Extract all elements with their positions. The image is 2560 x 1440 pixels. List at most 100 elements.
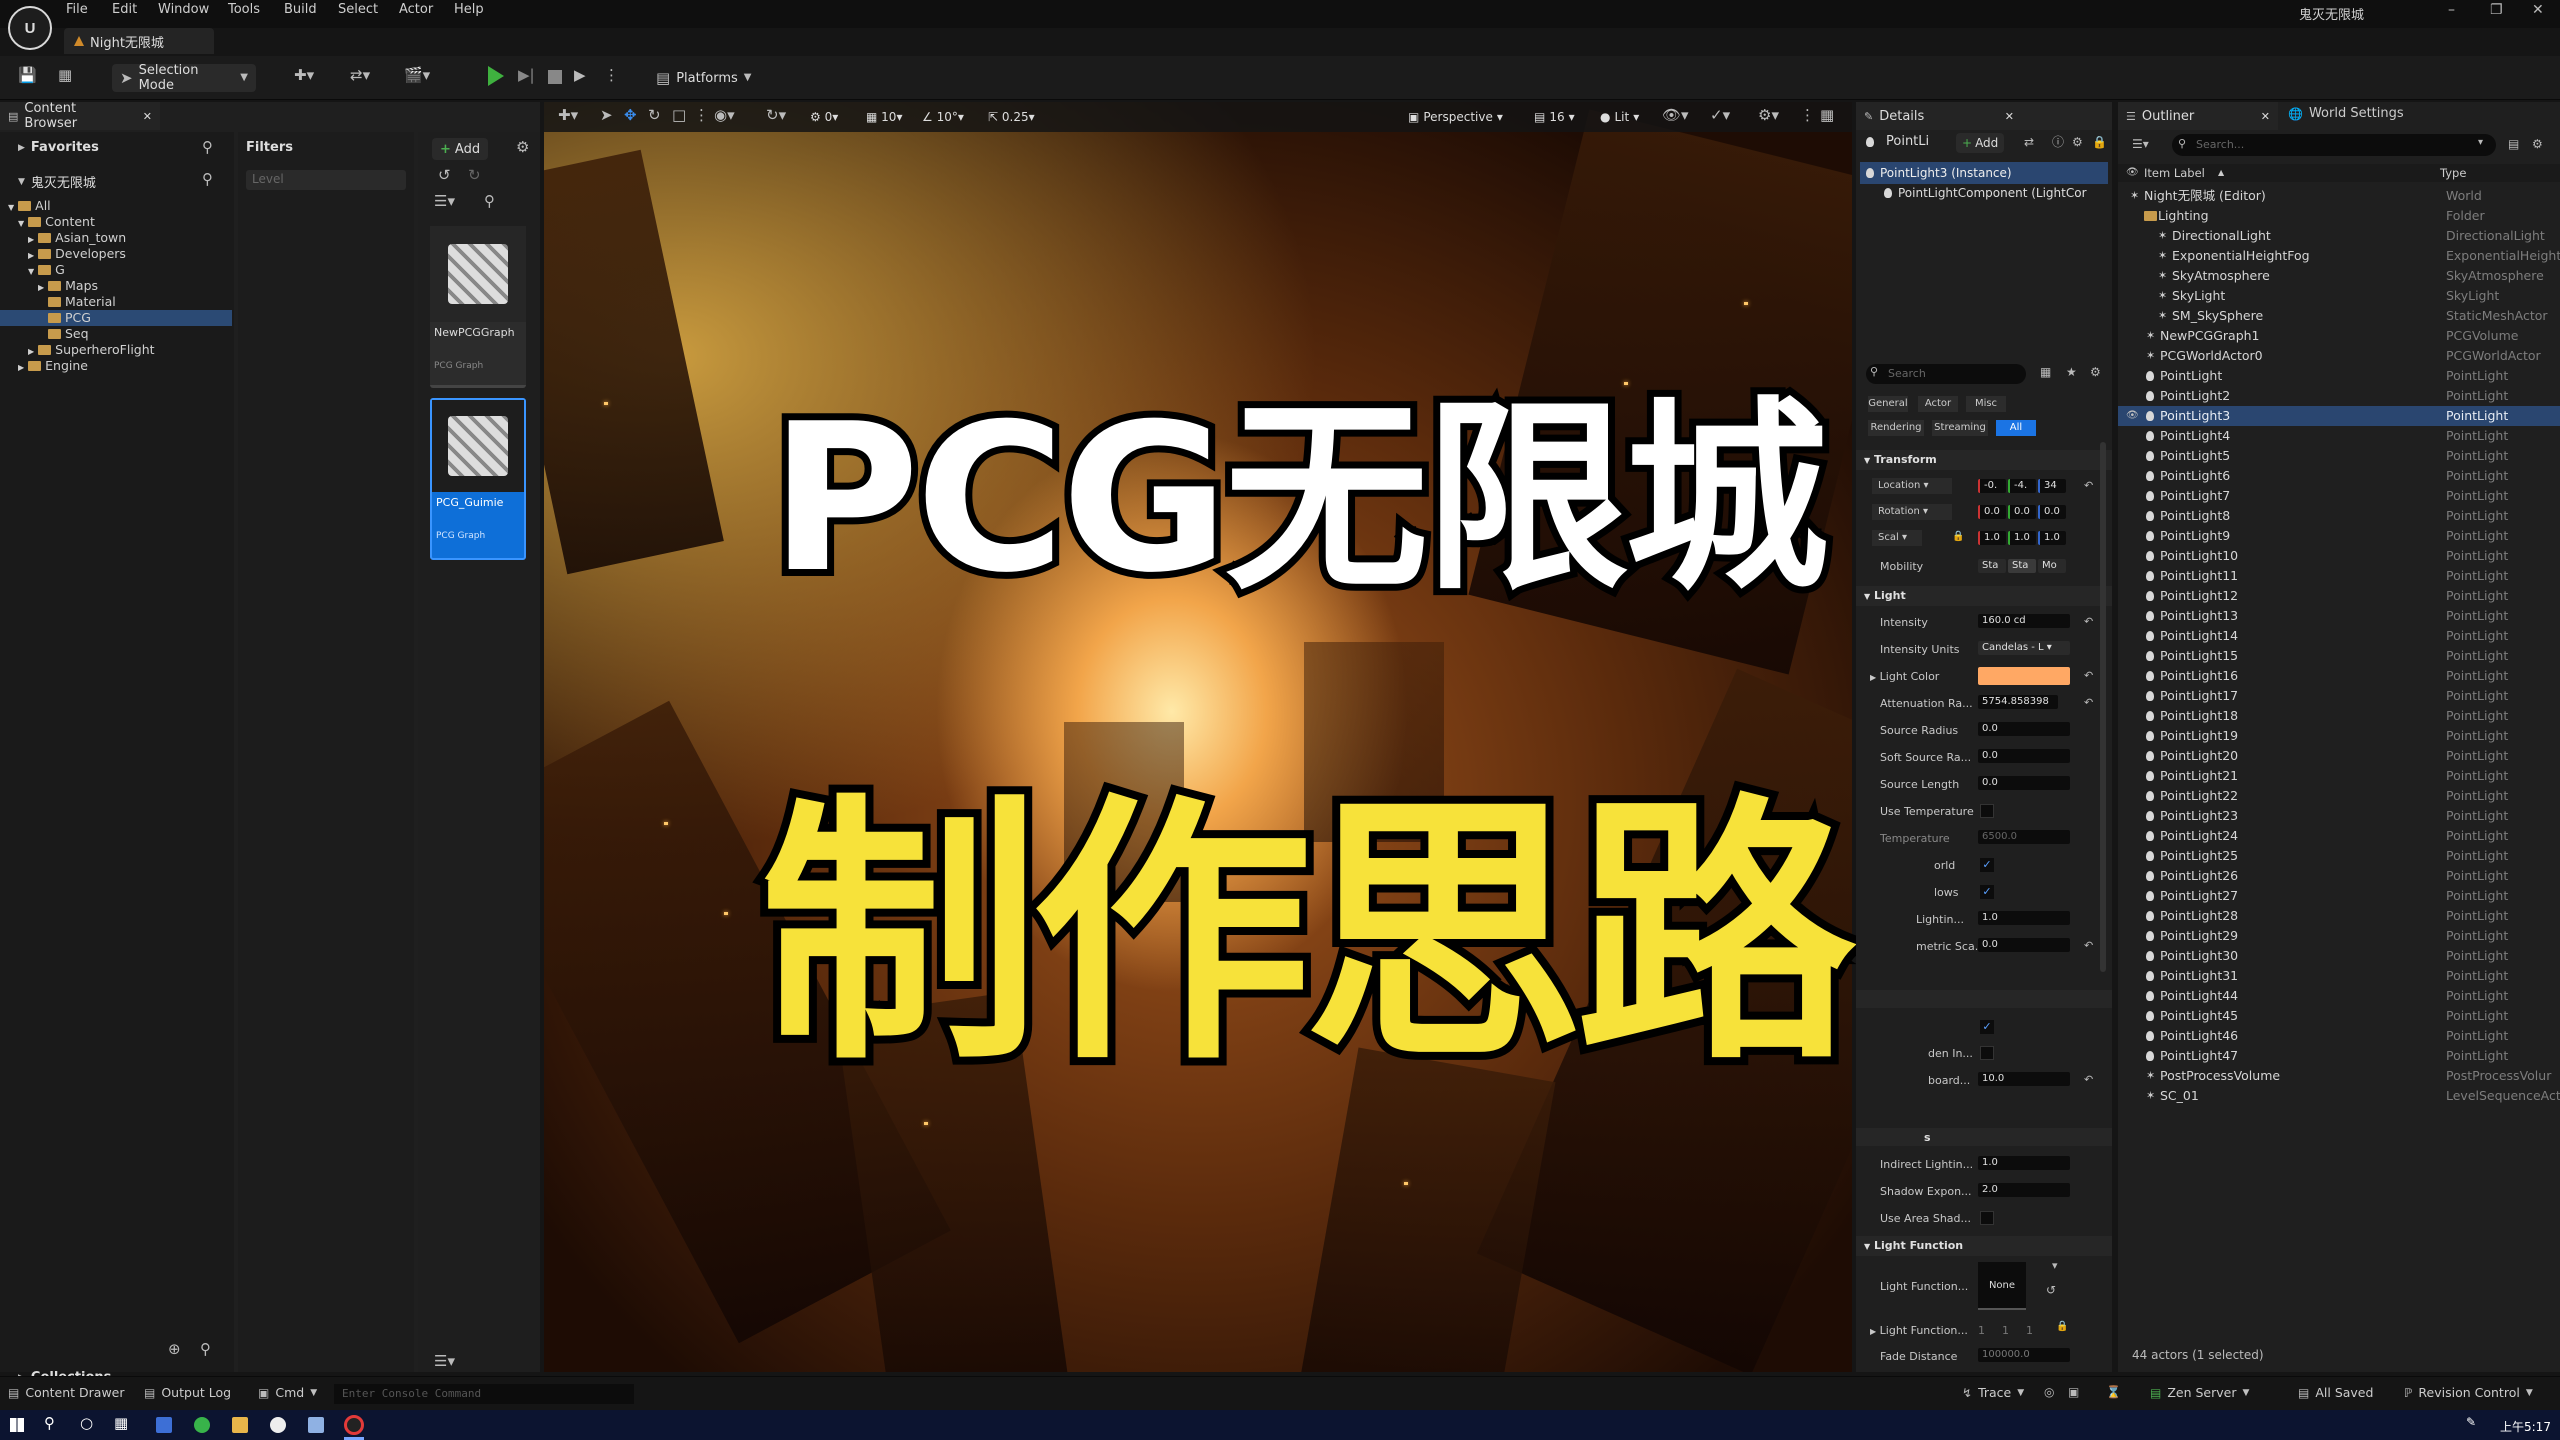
- menu-file[interactable]: File: [66, 2, 88, 17]
- indirect-lighting-field[interactable]: 1.0: [1978, 1156, 2070, 1170]
- outliner-row[interactable]: PointLight6 PointLight: [2118, 466, 2560, 486]
- mobility-stationary[interactable]: Sta: [2008, 559, 2036, 573]
- instance-row[interactable]: PointLight3 (Instance): [1860, 162, 2108, 184]
- close-tab-icon[interactable]: ✕: [2005, 110, 2014, 123]
- rotation-x-field[interactable]: 0.0: [1978, 505, 2006, 519]
- grid-snap-chip[interactable]: ▦ 10 ▾: [862, 106, 906, 128]
- outliner-row[interactable]: PointLight29 PointLight: [2118, 926, 2560, 946]
- play-icon[interactable]: [488, 66, 504, 86]
- light-function-thumbnail[interactable]: None: [1978, 1262, 2026, 1310]
- tree-item-maps[interactable]: ▶ Maps: [8, 278, 232, 294]
- outliner-row[interactable]: PointLight21 PointLight: [2118, 766, 2560, 786]
- partial-field[interactable]: 1.0: [1978, 911, 2070, 925]
- reset-icon[interactable]: ↶: [2084, 940, 2093, 951]
- platforms-button[interactable]: ▤ Platforms ▼: [648, 64, 760, 92]
- search-icon[interactable]: ⚲: [484, 194, 495, 209]
- play-options-icon[interactable]: ⋮: [604, 68, 619, 83]
- blueprint-icon[interactable]: ⇄: [2024, 136, 2034, 148]
- settings-icon[interactable]: ⚙: [2072, 136, 2083, 148]
- restore-icon[interactable]: ❐: [2490, 2, 2503, 18]
- outliner-row[interactable]: PointLight19 PointLight: [2118, 726, 2560, 746]
- details-tab[interactable]: ✎ Details ✕: [1856, 102, 2112, 130]
- tree-item-seq[interactable]: Seq: [8, 326, 232, 342]
- output-log-button[interactable]: ▤ Output Log: [144, 1385, 231, 1400]
- use-temperature-checkbox[interactable]: [1980, 804, 1994, 818]
- chevron-down-icon[interactable]: ▾: [2052, 1260, 2058, 1271]
- revision-control-dropdown[interactable]: ℙ Revision Control ▼: [2404, 1385, 2533, 1400]
- outliner-row[interactable]: PointLight23 PointLight: [2118, 806, 2560, 826]
- outliner-row[interactable]: PointLight4 PointLight: [2118, 426, 2560, 446]
- rotation-snap-chip[interactable]: ∠ 10° ▾: [918, 106, 968, 128]
- stop-icon[interactable]: [548, 70, 562, 84]
- grid-view-icon[interactable]: ▦: [2040, 366, 2051, 378]
- blueprint-icon[interactable]: ⇄▾: [350, 68, 370, 83]
- collapsed-section[interactable]: s: [1856, 1128, 2112, 1146]
- checkbox-checked[interactable]: ✓: [1980, 885, 1994, 899]
- content-drawer-button[interactable]: ▤ Content Drawer: [8, 1385, 125, 1400]
- attenuation-field[interactable]: 5754.858398: [1978, 695, 2058, 709]
- reset-icon[interactable]: ↶: [2084, 616, 2093, 627]
- surface-snap-icon[interactable]: ↻▾: [766, 108, 786, 123]
- tree-item-g[interactable]: ▼ G: [8, 262, 232, 278]
- outliner-row[interactable]: ✶ SM_SkySphere StaticMeshActor: [2118, 306, 2560, 326]
- filter-actor[interactable]: Actor: [1918, 396, 1958, 412]
- outliner-row[interactable]: ✶ PCGWorldActor0 PCGWorldActor: [2118, 346, 2560, 366]
- outliner-row[interactable]: PointLight15 PointLight: [2118, 646, 2560, 666]
- file-explorer-icon[interactable]: [232, 1417, 248, 1433]
- outliner-row[interactable]: ✶ SkyAtmosphere SkyAtmosphere: [2118, 266, 2560, 286]
- camera-speed-chip[interactable]: ⚙ 0 ▾: [806, 106, 842, 128]
- add-actor-icon[interactable]: ✚▾: [294, 68, 314, 83]
- reset-icon[interactable]: ↶: [2084, 1074, 2093, 1085]
- screenshot-icon[interactable]: ▣: [2068, 1386, 2079, 1398]
- outliner-row[interactable]: PointLight24 PointLight: [2118, 826, 2560, 846]
- mobility-static[interactable]: Sta: [1978, 559, 2006, 573]
- tree-item-superheroflight[interactable]: ▶ SuperheroFlight: [8, 342, 232, 358]
- shadow-exponent-field[interactable]: 2.0: [1978, 1183, 2070, 1197]
- recorder-icon[interactable]: [344, 1415, 364, 1435]
- cinematics-icon[interactable]: 🎬▾: [404, 68, 430, 83]
- checkbox[interactable]: [1980, 1046, 1994, 1060]
- outliner-row[interactable]: PointLight16 PointLight: [2118, 666, 2560, 686]
- content-browser-tab[interactable]: ▤ Content Browser ✕: [0, 101, 160, 131]
- menu-select[interactable]: Select: [338, 2, 378, 17]
- location-dropdown[interactable]: Location ▾: [1872, 478, 1952, 494]
- scale-z-field[interactable]: 1.0: [2038, 531, 2066, 545]
- search-icon[interactable]: ⚲: [44, 1416, 55, 1431]
- scale-dropdown[interactable]: Scal ▾: [1872, 530, 1922, 546]
- help-icon[interactable]: ⓘ: [2052, 136, 2064, 148]
- outliner-row[interactable]: PointLight22 PointLight: [2118, 786, 2560, 806]
- perspective-button[interactable]: ▣ Perspective ▾: [1404, 106, 1507, 128]
- tree-item-content[interactable]: ▼ Content: [8, 214, 232, 230]
- outliner-row[interactable]: PointLight12 PointLight: [2118, 586, 2560, 606]
- light-color-swatch[interactable]: [1978, 667, 2070, 685]
- lock-icon[interactable]: 🔒: [2056, 1322, 2068, 1332]
- checkbox-checked[interactable]: ✓: [1980, 1020, 1994, 1034]
- content-icon[interactable]: ▦: [58, 68, 72, 83]
- outliner-row[interactable]: PointLight10 PointLight: [2118, 546, 2560, 566]
- task-view-icon[interactable]: ▦: [114, 1416, 128, 1431]
- tree-item-material[interactable]: Material: [8, 294, 232, 310]
- select-icon[interactable]: ➤: [600, 108, 613, 123]
- filter-icon[interactable]: ☰▾: [2132, 138, 2149, 150]
- item-label-column[interactable]: Item Label: [2144, 164, 2205, 182]
- filter-level-input[interactable]: Level: [246, 170, 406, 190]
- outliner-row[interactable]: PointLight8 PointLight: [2118, 506, 2560, 526]
- outliner-row[interactable]: ✶ DirectionalLight DirectionalLight: [2118, 226, 2560, 246]
- more-icon[interactable]: ⋮: [694, 108, 709, 123]
- add-component-button[interactable]: + Add: [1956, 133, 2005, 153]
- source-length-field[interactable]: 0.0: [1978, 776, 2070, 790]
- world-settings-tab[interactable]: 🌐 World Settings: [2288, 106, 2404, 121]
- outliner-row[interactable]: PointLight17 PointLight: [2118, 686, 2560, 706]
- outliner-row[interactable]: PointLight18 PointLight: [2118, 706, 2560, 726]
- filter-general[interactable]: General: [1868, 396, 1908, 412]
- unreal-taskbar-icon[interactable]: [270, 1417, 286, 1433]
- all-saved-button[interactable]: ▤ All Saved: [2298, 1385, 2373, 1400]
- tree-item-developers[interactable]: ▶ Developers: [8, 246, 232, 262]
- location-x-field[interactable]: -0.: [1978, 479, 2006, 493]
- reset-icon[interactable]: ↶: [2084, 697, 2093, 708]
- history-back-icon[interactable]: ↺: [438, 168, 451, 183]
- light-section[interactable]: ▼ Light: [1856, 586, 2112, 606]
- transform-mode-icon[interactable]: ✚▾: [558, 108, 578, 123]
- close-tab-icon[interactable]: ✕: [143, 110, 152, 123]
- close-tab-icon[interactable]: ✕: [2261, 110, 2270, 123]
